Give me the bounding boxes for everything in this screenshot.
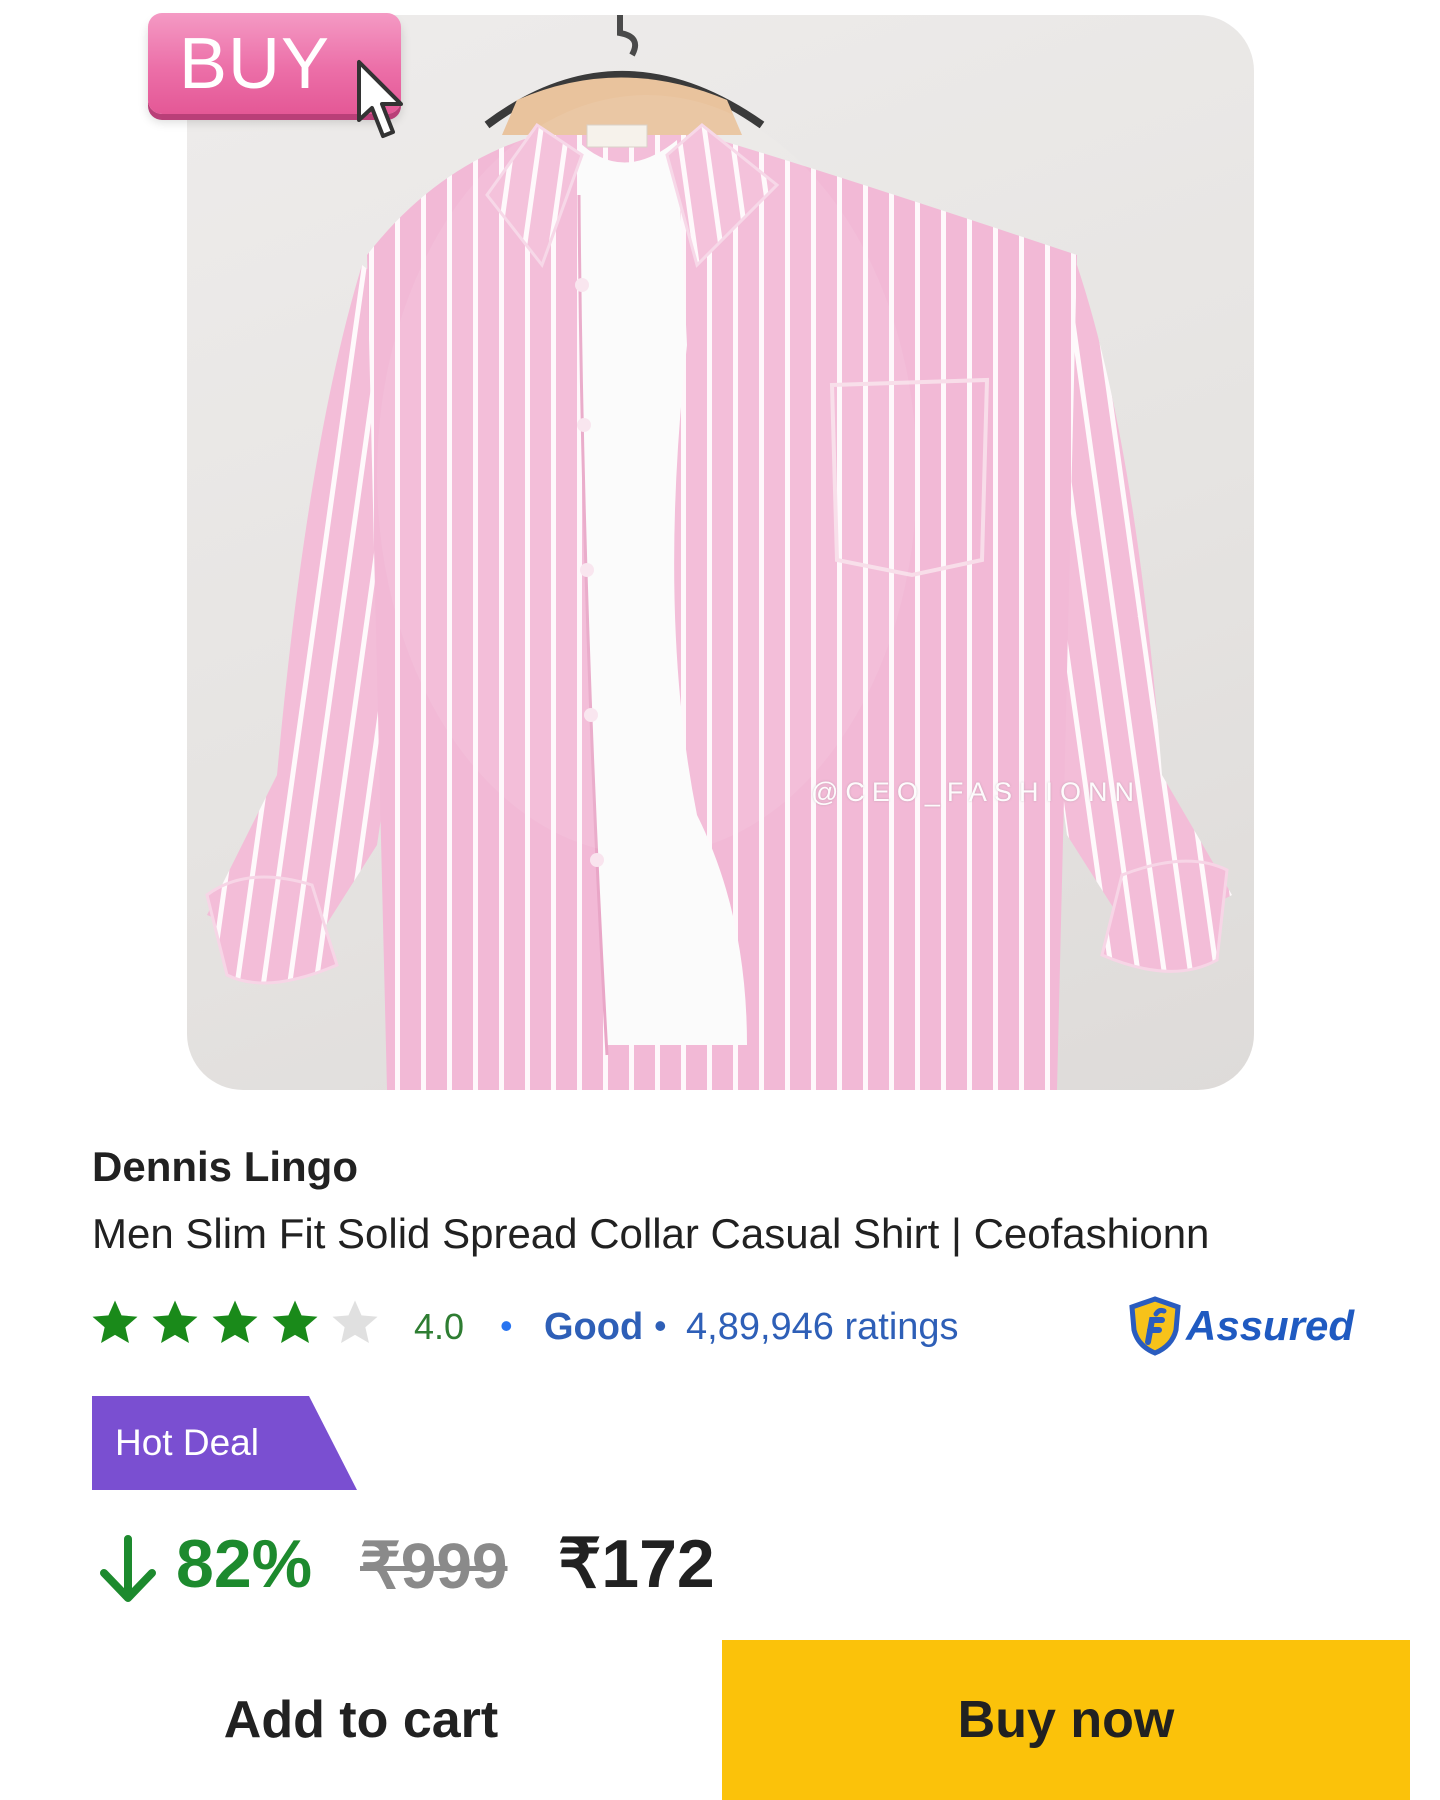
action-bar: Add to cart Buy now <box>0 1640 1440 1800</box>
product-title: Men Slim Fit Solid Spread Collar Casual … <box>92 1210 1210 1257</box>
buy-sticker-label: BUY <box>178 23 331 104</box>
star-empty-icon <box>332 1300 378 1344</box>
discount-percent: 82% <box>176 1526 313 1602</box>
price-row: 82% ₹999 ₹172 <box>98 1525 798 1605</box>
assured-shield-icon <box>1129 1296 1181 1356</box>
ratings-count[interactable]: 4,89,946 ratings <box>686 1306 959 1349</box>
hot-deal-label: Hot Deal <box>115 1422 259 1463</box>
star-filled-icon <box>92 1300 138 1344</box>
down-arrow-icon <box>100 1535 156 1602</box>
star-rating <box>88 1296 382 1350</box>
assured-badge: Assured <box>1126 1296 1354 1356</box>
star-filled-icon <box>272 1300 318 1344</box>
rating-value: 4.0 <box>414 1306 465 1347</box>
assured-label: Assured <box>1186 1302 1355 1349</box>
buy-now-button[interactable]: Buy now <box>722 1640 1410 1800</box>
add-to-cart-button[interactable]: Add to cart <box>0 1640 722 1800</box>
product-image[interactable]: @CEO_FASHIONN <box>187 15 1254 1090</box>
rating-row[interactable]: 4.0 • Good • 4,89,946 ratings Assured <box>88 1296 1358 1356</box>
cursor-icon <box>357 60 403 138</box>
shirt-illustration <box>205 15 1232 1090</box>
hot-deal-badge: Hot Deal <box>92 1396 357 1490</box>
original-price: ₹999 <box>360 1530 508 1602</box>
brand-name[interactable]: Dennis Lingo <box>92 1143 358 1191</box>
rating-label: Good <box>544 1306 644 1348</box>
star-filled-icon <box>152 1300 198 1344</box>
rating-separator: • <box>654 1305 667 1346</box>
star-filled-icon <box>212 1300 258 1344</box>
watermark-text: @CEO_FASHIONN <box>811 777 1141 807</box>
selling-price: ₹172 <box>558 1526 715 1602</box>
rating-separator: • <box>500 1305 513 1346</box>
